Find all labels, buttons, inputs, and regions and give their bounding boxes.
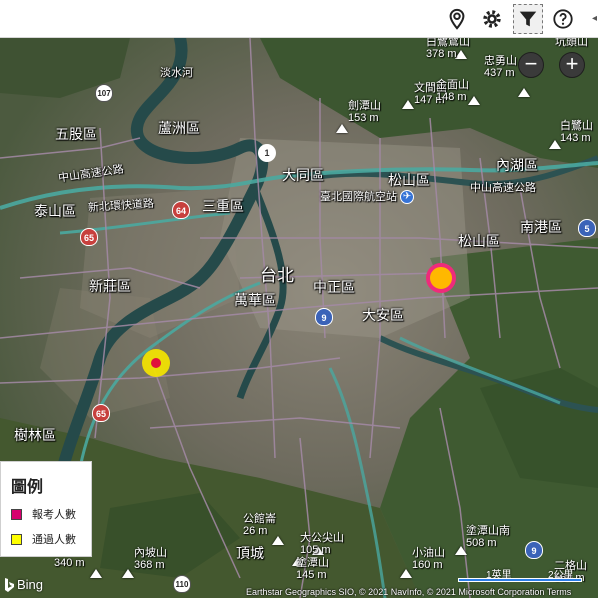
mountain-label: 白鷺鷥山 378 m	[426, 38, 470, 60]
route-shield: 64	[172, 201, 190, 219]
mountain-label: 小油山 160 m	[412, 547, 445, 571]
mountain-icon	[402, 100, 414, 109]
legend-label-exam: 報考人數	[32, 509, 76, 521]
route-shield: 9	[315, 308, 333, 326]
mountain-icon	[336, 124, 348, 133]
map-marker-exam-count[interactable]	[426, 263, 456, 293]
legend-title: 圖例	[11, 479, 44, 496]
river-label-danshui: 淡水河	[160, 67, 193, 79]
city-label-taipei: 台北	[260, 266, 294, 285]
district-label-zhongzheng: 中正區	[313, 279, 355, 295]
legend-panel: 圖例 報考人數 通過人數	[0, 461, 92, 557]
mountain-label: 塗潭山 145 m	[296, 557, 329, 581]
mountain-label: 坑頭山	[555, 38, 588, 48]
bing-logo: Bing	[4, 577, 43, 592]
toolbar: ◂	[0, 0, 598, 38]
mountain-icon	[272, 536, 284, 545]
district-label-datong: 大同區	[282, 167, 324, 183]
map-attribution[interactable]: Earthstar Geographics SIO, © 2021 NavInf…	[246, 587, 571, 597]
highway-label-zhongshan-east: 中山高速公路	[470, 182, 536, 194]
district-label-neihu: 內湖區	[496, 157, 538, 173]
help-icon[interactable]	[548, 4, 578, 34]
mountain-icon	[122, 569, 134, 578]
mountain-icon	[90, 569, 102, 578]
collapse-arrow-icon[interactable]: ◂	[592, 12, 598, 26]
district-label-dingcheng: 頂城	[236, 545, 264, 561]
scale-bar-line	[458, 578, 582, 582]
legend-item: 報考人數	[11, 506, 76, 522]
legend-swatch-pass	[11, 533, 22, 545]
mountain-label: 340 m	[54, 557, 85, 569]
mountain-label: 忠勇山 437 m	[484, 55, 517, 79]
route-shield: 9	[525, 541, 543, 559]
filter-icon[interactable]	[513, 4, 543, 34]
route-shield: 65	[80, 228, 98, 246]
scale-bar: 1英里 2公里	[458, 570, 588, 584]
district-label-daan: 大安區	[362, 307, 404, 323]
airport-label: 臺北國際航空站	[320, 191, 397, 203]
district-label-luzhou: 蘆洲區	[158, 120, 200, 136]
airport-icon: ✈	[400, 190, 414, 204]
mountain-label: 劍潭山 153 m	[348, 100, 381, 124]
district-label-taishan: 泰山區	[34, 203, 76, 219]
route-shield: 110	[173, 575, 191, 593]
district-label-songshan-top: 松山區	[388, 172, 430, 188]
zoom-out-button[interactable]: −	[518, 52, 544, 78]
mountain-label: 塗潭山南 508 m	[466, 525, 510, 549]
district-label-songshan: 松山區	[458, 233, 500, 249]
district-label-sanchong: 三重區	[202, 198, 244, 214]
mountain-label: 白鷺山 143 m	[560, 120, 593, 144]
route-shield: 65	[92, 404, 110, 422]
mountain-label: 內坡山 368 m	[134, 547, 167, 571]
mountain-icon	[400, 569, 412, 578]
district-label-nangang: 南港區	[520, 219, 562, 235]
location-pin-icon[interactable]	[442, 4, 472, 34]
map-marker-exam-count-small[interactable]	[151, 358, 161, 368]
mountain-label: 大公尖山 105 m	[300, 532, 344, 556]
district-label-wanhua: 萬華區	[234, 292, 276, 308]
route-shield: 1	[258, 144, 276, 162]
bing-icon	[5, 577, 14, 592]
district-label-shulin: 樹林區	[14, 427, 56, 443]
legend-item: 通過人數	[11, 531, 76, 547]
legend-label-pass: 通過人數	[32, 534, 76, 546]
district-label-wugu: 五股區	[55, 126, 97, 142]
route-shield: 107	[95, 84, 113, 102]
legend-swatch-exam	[11, 508, 22, 520]
zoom-in-button[interactable]: +	[559, 52, 585, 78]
mountain-label: 公館崙 26 m	[243, 513, 276, 537]
gear-icon[interactable]	[477, 4, 507, 34]
mountain-icon	[468, 96, 480, 105]
mountain-label: 金面山 148 m	[436, 79, 469, 103]
route-shield: 5	[578, 219, 596, 237]
district-label-xinzhuang: 新莊區	[89, 278, 131, 294]
mountain-icon	[518, 88, 530, 97]
